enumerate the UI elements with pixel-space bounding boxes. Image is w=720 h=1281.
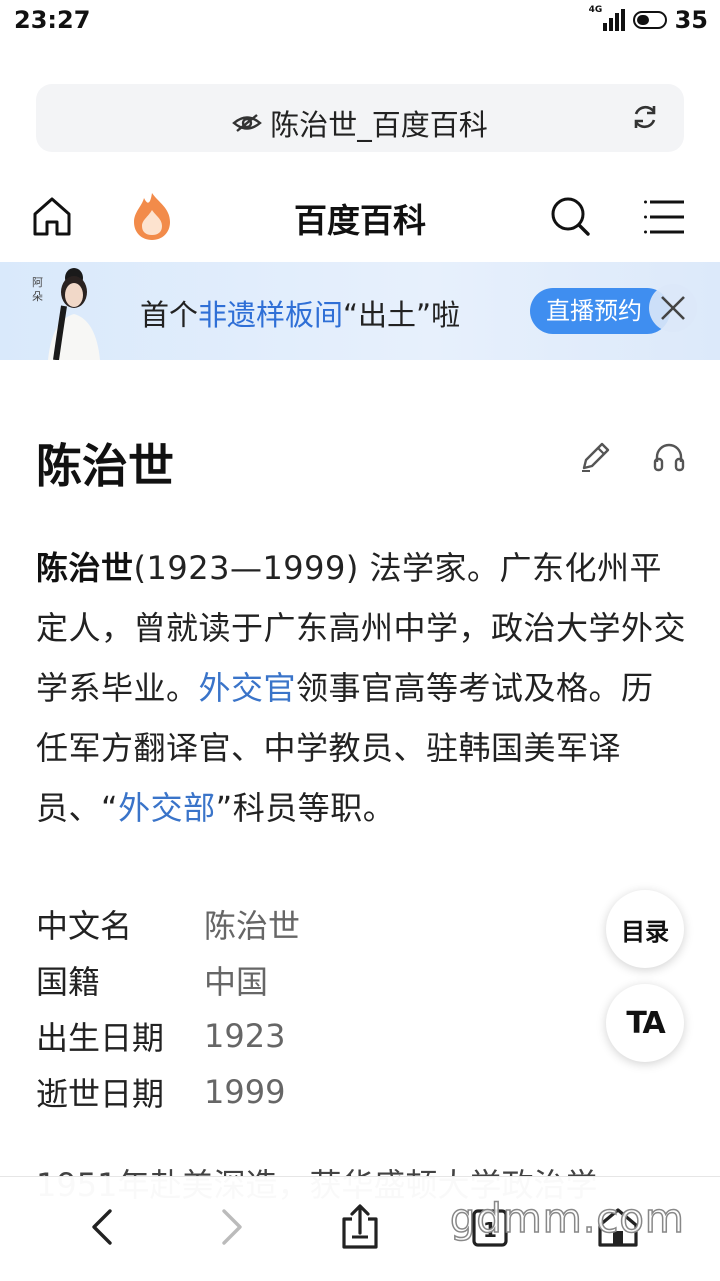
- banner-text-after: “出土”啦: [343, 298, 461, 332]
- url-display[interactable]: 陈治世_百度百科: [36, 102, 684, 144]
- page-title: 陈治世: [36, 439, 174, 493]
- toc-button[interactable]: 目录: [606, 890, 684, 968]
- back-icon[interactable]: [86, 1207, 120, 1251]
- share-icon[interactable]: [338, 1203, 382, 1255]
- status-indicators: 4G 35: [589, 5, 708, 34]
- url-bar[interactable]: 陈治世_百度百科: [36, 84, 684, 152]
- site-title[interactable]: 百度百科: [0, 194, 720, 242]
- info-value: 1923: [204, 1017, 286, 1055]
- battery-level: 35: [674, 6, 708, 34]
- info-label: 国籍: [36, 963, 101, 1001]
- banner-text-before: 首个: [140, 298, 199, 332]
- banner-text-highlight: 非遗样板间: [198, 298, 344, 332]
- ta-button[interactable]: TA: [606, 984, 684, 1062]
- forward-icon[interactable]: [214, 1207, 248, 1251]
- info-row: 中文名 陈治世: [36, 896, 596, 952]
- info-row: 出生日期 1923: [36, 1008, 596, 1064]
- banner-person-name: 阿朵: [32, 276, 43, 303]
- battery-icon: [632, 11, 667, 29]
- info-label: 出生日期: [36, 1019, 165, 1057]
- status-bar: 23:27 4G 35: [0, 0, 720, 44]
- info-row: 逝世日期 1999: [36, 1064, 596, 1120]
- menu-icon[interactable]: [644, 198, 686, 240]
- link-foreign-ministry[interactable]: 外交部: [118, 789, 216, 827]
- info-label: 中文名: [36, 907, 133, 945]
- info-row: 国籍 中国: [36, 952, 596, 1008]
- info-value: 1999: [204, 1073, 286, 1111]
- info-label: 逝世日期: [36, 1075, 165, 1113]
- network-type: 4G: [588, 5, 603, 15]
- info-value: 陈治世: [204, 907, 301, 945]
- summary-name: 陈治世: [36, 549, 134, 587]
- signal-icon: 4G: [589, 5, 625, 31]
- summary-paragraph: 陈治世(1923—1999) 法学家。广东化州平定人，曾就读于广东高州中学，政治…: [36, 538, 686, 838]
- close-icon[interactable]: [648, 283, 698, 337]
- eye-off-icon: [232, 112, 263, 134]
- status-time: 23:27: [14, 6, 91, 34]
- live-banner[interactable]: 阿朵 首个非遗样板间“出土”啦 直播预约: [0, 262, 720, 360]
- pencil-icon[interactable]: [578, 440, 610, 478]
- headphones-icon[interactable]: [652, 440, 686, 478]
- link-diplomat[interactable]: 外交官: [199, 669, 297, 707]
- banner-text[interactable]: 首个非遗样板间“出土”啦: [140, 292, 460, 334]
- refresh-icon[interactable]: [630, 102, 660, 136]
- summary-text-3: ”科员等职。: [215, 789, 396, 827]
- page-url-title: 陈治世_百度百科: [270, 108, 488, 142]
- search-icon[interactable]: [548, 194, 594, 244]
- site-header: 百度百科: [0, 180, 720, 256]
- watermark-text: gdmm.com: [449, 1195, 685, 1243]
- info-value: 中国: [204, 963, 269, 1001]
- infobox: 中文名 陈治世 国籍 中国 出生日期 1923 逝世日期 1999: [36, 896, 596, 1120]
